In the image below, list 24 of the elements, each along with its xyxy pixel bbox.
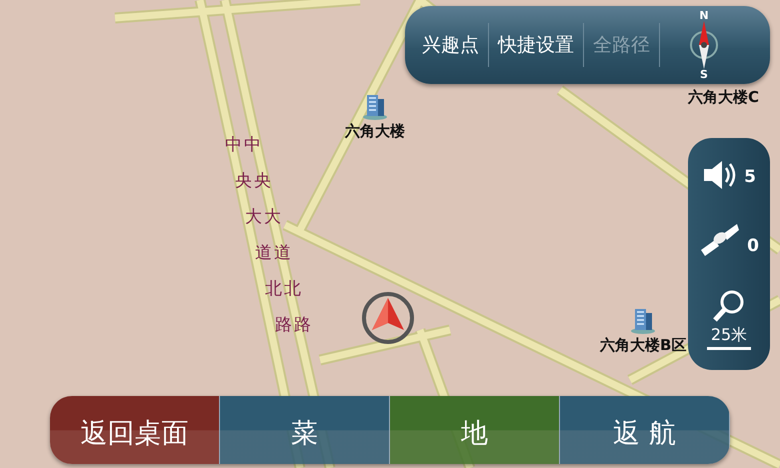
compass-south-label: S [700, 69, 708, 80]
place-label: 六角大楼 [345, 121, 405, 142]
menu-tab[interactable]: 兴趣点 [413, 23, 489, 67]
nav-button[interactable]: 返回桌面 [50, 396, 220, 464]
nav-button[interactable]: 菜 [220, 396, 390, 464]
building-icon [629, 306, 658, 334]
street-label: 中中 [225, 134, 263, 157]
volume-value: 5 [744, 166, 756, 189]
search-icon[interactable] [712, 288, 746, 322]
menu-tab[interactable]: 快捷设置 [489, 23, 584, 67]
place-label: 六角大楼C [688, 87, 760, 108]
building-icon [361, 92, 389, 120]
street-label: 北北 [265, 278, 303, 301]
speaker-icon[interactable] [702, 158, 736, 190]
scale-label: 25米 [706, 322, 752, 350]
place-label: 六角大楼B区 [600, 335, 686, 356]
street-label: 大大 [245, 206, 283, 229]
satellite-count: 0 [747, 235, 759, 258]
nav-button[interactable]: 返 航 [560, 396, 730, 464]
street-label: 路路 [275, 314, 313, 337]
street-label: 央央 [235, 170, 273, 193]
compass-north-label: N [699, 10, 709, 21]
street-label: 道道 [255, 242, 293, 265]
nav-button[interactable]: 地 [390, 396, 560, 464]
